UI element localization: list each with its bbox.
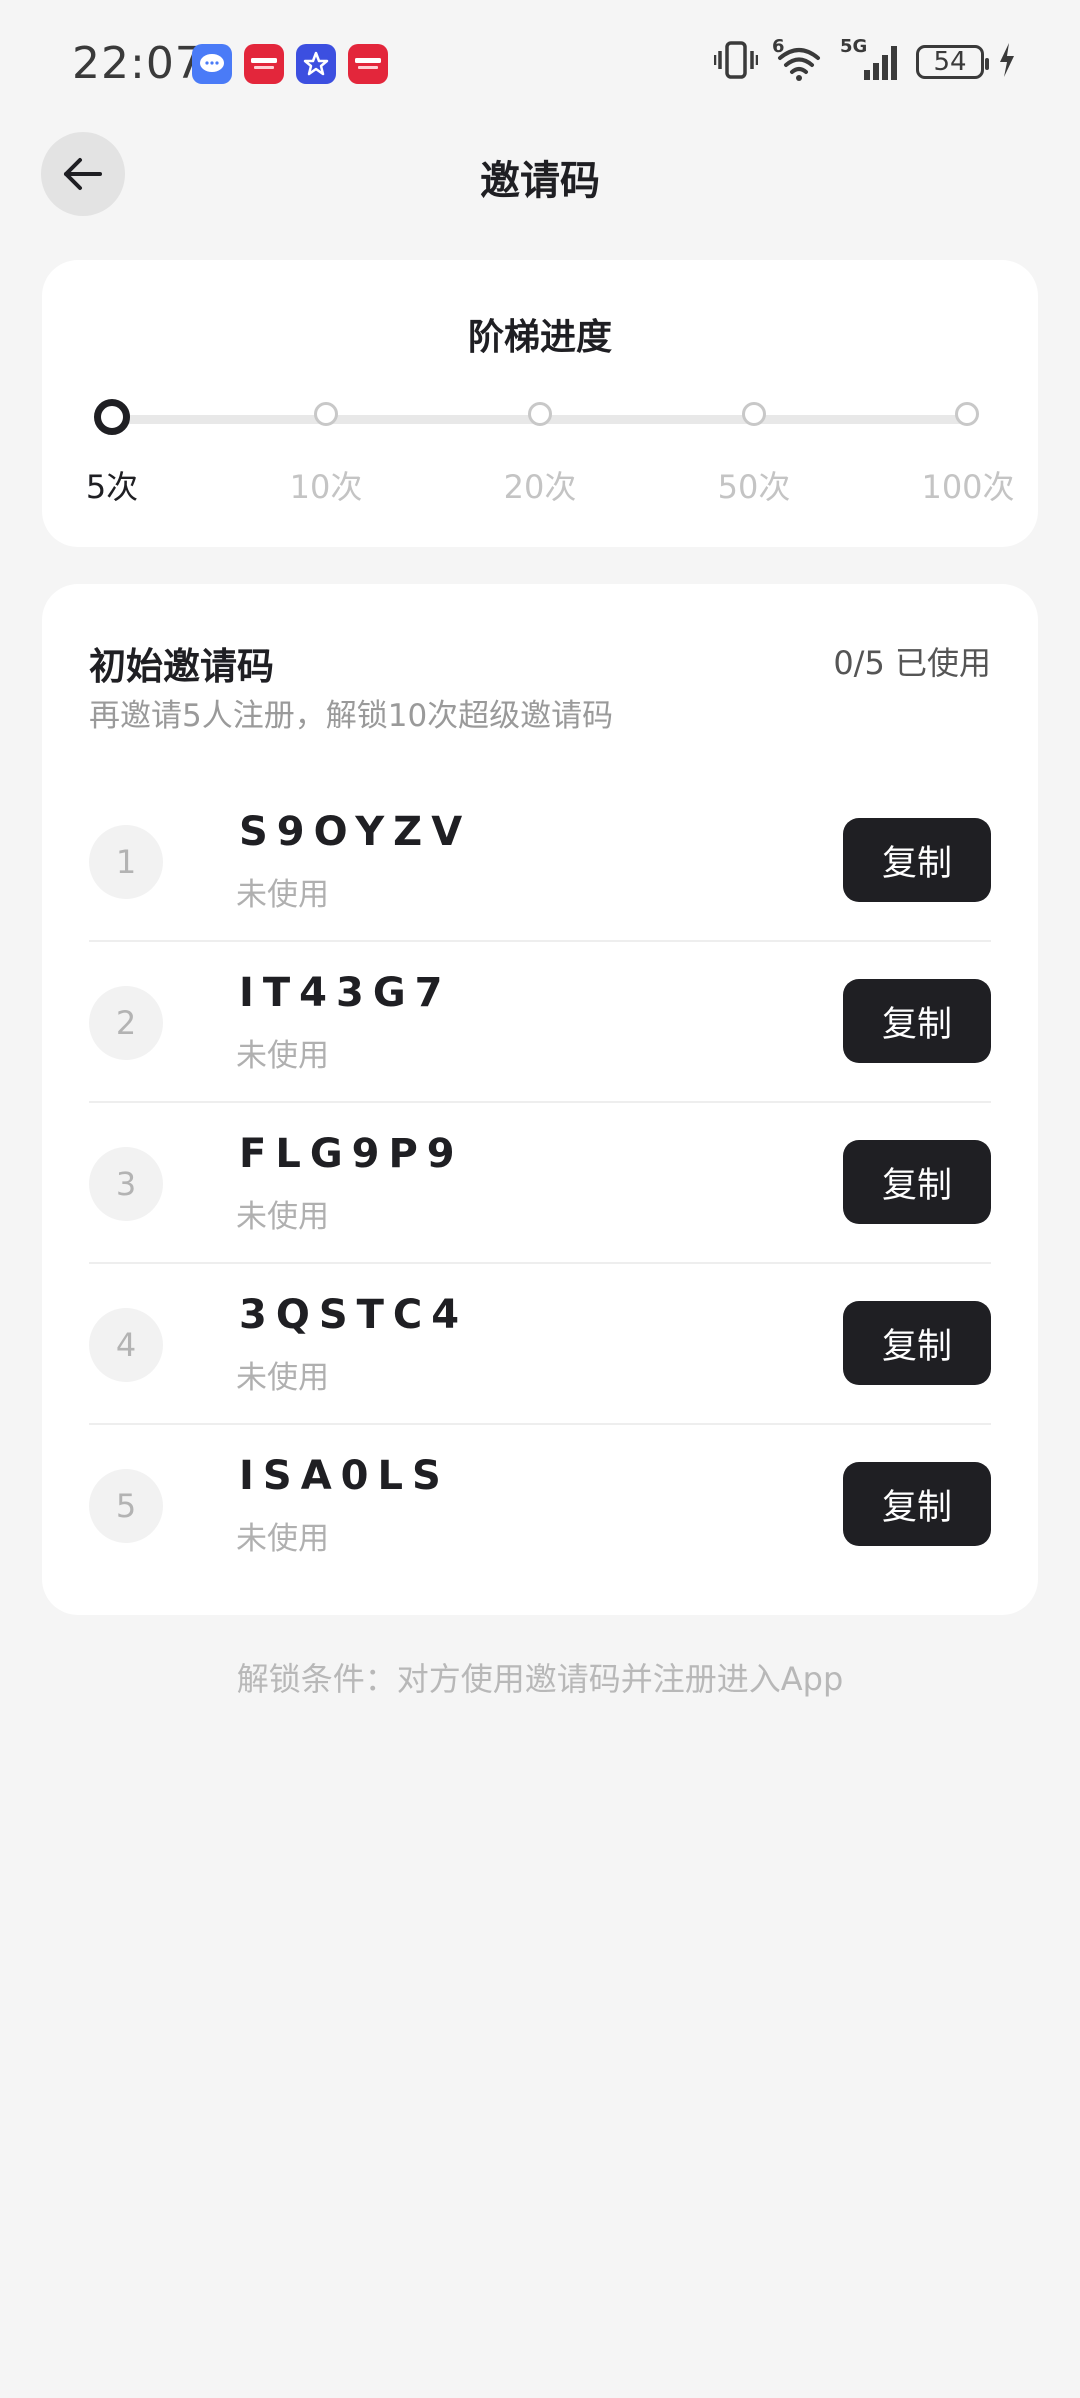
progress-step-dot-5: [955, 402, 979, 426]
invite-code-value: S9OYZV: [239, 809, 472, 855]
code-index-badge: 5: [89, 1469, 163, 1543]
signal-icon: 5G: [840, 36, 902, 82]
codes-title: 初始邀请码: [89, 645, 274, 688]
battery-level: 54: [933, 47, 967, 77]
progress-step-dot-1: [94, 399, 130, 435]
code-index-badge: 3: [89, 1147, 163, 1221]
progress-title: 阶梯进度: [467, 317, 612, 358]
progress-step-label-1: 5次: [85, 468, 139, 506]
code-status: 未使用: [236, 1360, 329, 1396]
xiaohongshu-icon: [348, 44, 388, 84]
code-row: 5 ISA0LS 未使用 复制: [89, 1425, 991, 1586]
invite-code-value: IT43G7: [239, 970, 452, 1016]
wifi-icon: 6: [772, 36, 826, 82]
invite-code-value: ISA0LS: [239, 1453, 450, 1499]
system-icons: 6 5G 54: [713, 36, 1016, 84]
status-bar: 22:07 6 5G 54: [0, 0, 1080, 130]
codes-subtitle: 再邀请5人注册，解锁10次超级邀请码: [89, 698, 614, 734]
progress-step-label-3: 20次: [503, 468, 577, 506]
star-app-icon: [296, 44, 336, 84]
invite-code-page: 22:07 6 5G 54 邀请码 阶梯进度 5次 10次 20次 50次 10…: [0, 0, 1080, 2398]
copy-button[interactable]: 复制: [843, 1140, 991, 1224]
vibrate-icon: [713, 40, 759, 84]
code-status: 未使用: [236, 1199, 329, 1235]
code-status: 未使用: [236, 1521, 329, 1557]
progress-step-dot-3: [528, 402, 552, 426]
copy-button[interactable]: 复制: [843, 979, 991, 1063]
code-row: 4 3QSTC4 未使用 复制: [89, 1264, 991, 1425]
charging-icon: [998, 42, 1016, 82]
status-time: 22:07: [72, 38, 204, 89]
battery-icon: 54: [916, 45, 989, 79]
codes-usage-count: 0/5 已使用: [833, 644, 991, 682]
copy-button[interactable]: 复制: [843, 818, 991, 902]
progress-card: 阶梯进度 5次 10次 20次 50次 100次: [42, 260, 1038, 547]
copy-button[interactable]: 复制: [843, 1301, 991, 1385]
xiaohongshu-icon: [244, 44, 284, 84]
code-status: 未使用: [236, 1038, 329, 1074]
invite-code-value: FLG9P9: [239, 1131, 464, 1177]
message-icon: [192, 44, 232, 84]
invite-codes-card: 初始邀请码 0/5 已使用 再邀请5人注册，解锁10次超级邀请码 1 S9OYZ…: [42, 584, 1038, 1615]
progress-step-dot-2: [314, 402, 338, 426]
code-row: 2 IT43G7 未使用 复制: [89, 942, 991, 1103]
page-title: 邀请码: [480, 158, 600, 204]
progress-step-label-4: 50次: [717, 468, 791, 506]
invite-code-value: 3QSTC4: [239, 1292, 469, 1338]
code-index-badge: 2: [89, 986, 163, 1060]
unlock-condition-note: 解锁条件：对方使用邀请码并注册进入App: [236, 1660, 844, 1698]
code-index-badge: 4: [89, 1308, 163, 1382]
code-row: 3 FLG9P9 未使用 复制: [89, 1103, 991, 1264]
notification-icons: [192, 44, 388, 84]
code-status: 未使用: [236, 877, 329, 913]
code-index-badge: 1: [89, 825, 163, 899]
progress-step-label-5: 100次: [921, 468, 1015, 506]
progress-step-label-2: 10次: [289, 468, 363, 506]
copy-button[interactable]: 复制: [843, 1462, 991, 1546]
code-row: 1 S9OYZV 未使用 复制: [89, 781, 991, 942]
progress-step-dot-4: [742, 402, 766, 426]
